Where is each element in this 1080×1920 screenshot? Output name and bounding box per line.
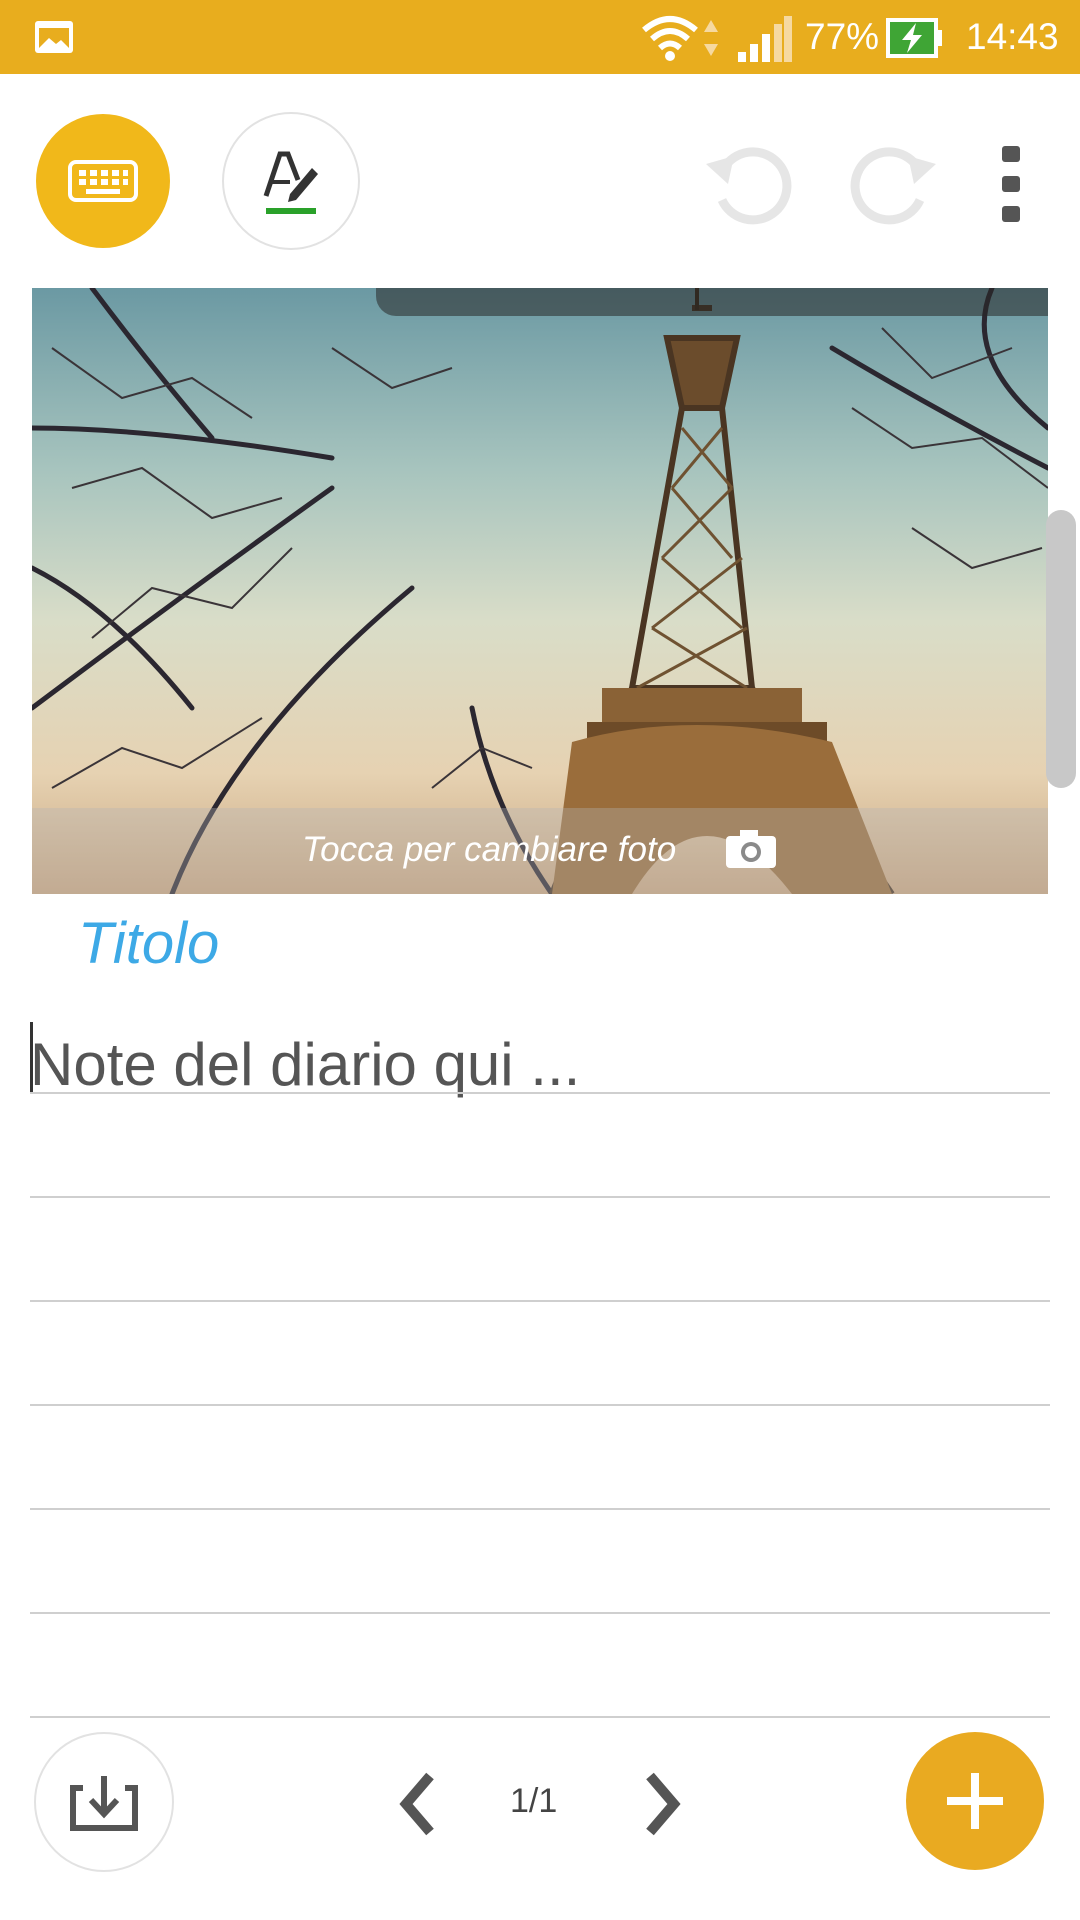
change-photo-label: Tocca per cambiare foto: [302, 830, 677, 869]
cover-photo[interactable]: Tocca per cambiare foto: [32, 288, 1048, 894]
battery-charging-icon: [886, 18, 942, 58]
gallery-icon: [35, 21, 73, 53]
photo-top-shade: [376, 288, 1048, 316]
plus-icon: [947, 1773, 1003, 1829]
title-field[interactable]: Titolo: [78, 910, 219, 977]
ruled-line: [30, 1404, 1050, 1406]
diary-body-field[interactable]: Note del diario qui ...: [30, 1030, 580, 1099]
wifi-icon: [642, 16, 698, 61]
status-bar: 77% 14:43: [0, 0, 1080, 74]
more-vertical-icon[interactable]: [990, 146, 1034, 222]
chevron-left-icon[interactable]: [396, 1772, 440, 1836]
redo-button[interactable]: [842, 134, 942, 234]
signal-icon: [738, 16, 792, 62]
eiffel-tower-photo: [32, 288, 1048, 894]
keyboard-button[interactable]: [36, 114, 170, 248]
chevron-right-icon[interactable]: [640, 1772, 684, 1836]
ruled-line: [30, 1612, 1050, 1614]
clock: 14:43: [966, 16, 1059, 57]
camera-icon: [726, 830, 776, 868]
ruled-line: [30, 1196, 1050, 1198]
ruled-line: [30, 1300, 1050, 1302]
ruled-line: [30, 1716, 1050, 1718]
scrollbar[interactable]: [1046, 510, 1076, 788]
keyboard-icon: [68, 160, 138, 202]
data-arrows-icon: [704, 20, 718, 56]
page-indicator: 1/1: [510, 1782, 558, 1820]
undo-button[interactable]: [700, 134, 800, 234]
add-page-button[interactable]: [906, 1732, 1044, 1870]
handwriting-pen-icon: [263, 151, 318, 214]
handwriting-button[interactable]: [222, 112, 360, 250]
ruled-line: [30, 1508, 1050, 1510]
save-to-device-icon: [70, 1776, 138, 1831]
battery-percent: 77%: [805, 16, 880, 57]
ruled-line: [30, 1092, 1050, 1094]
save-to-device-button[interactable]: [34, 1732, 174, 1872]
